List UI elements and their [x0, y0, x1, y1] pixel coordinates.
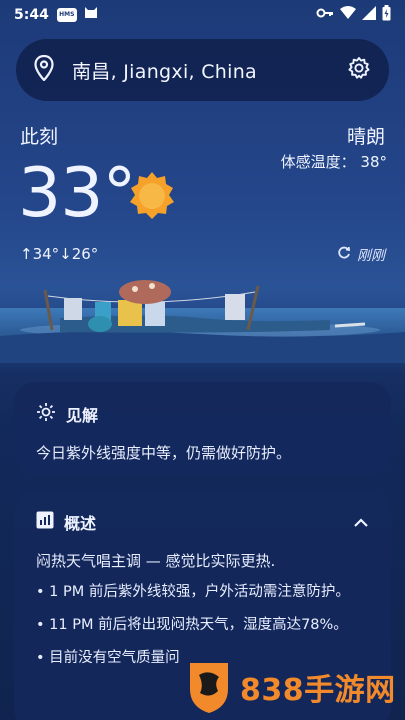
- settings-gear-icon[interactable]: [347, 56, 371, 84]
- now-label: 此刻: [20, 126, 59, 148]
- wifi-icon: [340, 6, 356, 24]
- collapse-chevron-up-icon[interactable]: [353, 513, 369, 532]
- overview-title: 概述: [64, 514, 97, 533]
- high-low-temperature: ↑34°↓26°: [20, 245, 99, 263]
- sunny-icon: [126, 170, 178, 226]
- signal-icon: [362, 6, 376, 24]
- insight-text: 今日紫外线强度中等，仍需做好防护。: [36, 444, 292, 462]
- insight-title: 见解: [66, 406, 99, 425]
- update-status[interactable]: 刚刚: [337, 245, 385, 265]
- weather-scene-illustration: [0, 268, 405, 363]
- watermark-logo: 838手游网: [184, 654, 405, 720]
- current-temperature: 33°: [18, 154, 137, 233]
- overview-item: • 1 PM 前后紫外线较强，户外活动需注意防护。: [36, 584, 350, 600]
- chart-overview-icon: [36, 511, 54, 533]
- overview-lead: 闷热天气唱主调 — 感觉比实际更热.: [36, 552, 276, 570]
- battery-icon: [382, 5, 391, 25]
- cat-notification-icon: [83, 6, 99, 24]
- status-bar: 5:44 HMS: [0, 0, 405, 30]
- weather-condition: 晴朗: [346, 126, 385, 148]
- feels-like-temperature: 体感温度： 38°: [280, 153, 387, 171]
- sun-insight-icon: [36, 402, 56, 426]
- status-time: 5:44: [14, 7, 49, 23]
- location-pin-icon: [34, 54, 54, 85]
- location-search-bar[interactable]: 南昌, Jiangxi, China: [16, 39, 389, 101]
- location-text: 南昌, Jiangxi, China: [72, 60, 257, 83]
- updated-time: 刚刚: [357, 248, 385, 264]
- overview-item: • 11 PM 前后将出现闷热天气，湿度高达78%。: [36, 617, 348, 633]
- watermark-text: 838手游网: [240, 673, 396, 708]
- refresh-icon: [337, 246, 351, 264]
- hms-notification-icon: HMS: [56, 8, 77, 22]
- insight-card: 见解 今日紫外线强度中等，仍需做好防护。: [14, 382, 391, 476]
- key-icon: [316, 7, 334, 23]
